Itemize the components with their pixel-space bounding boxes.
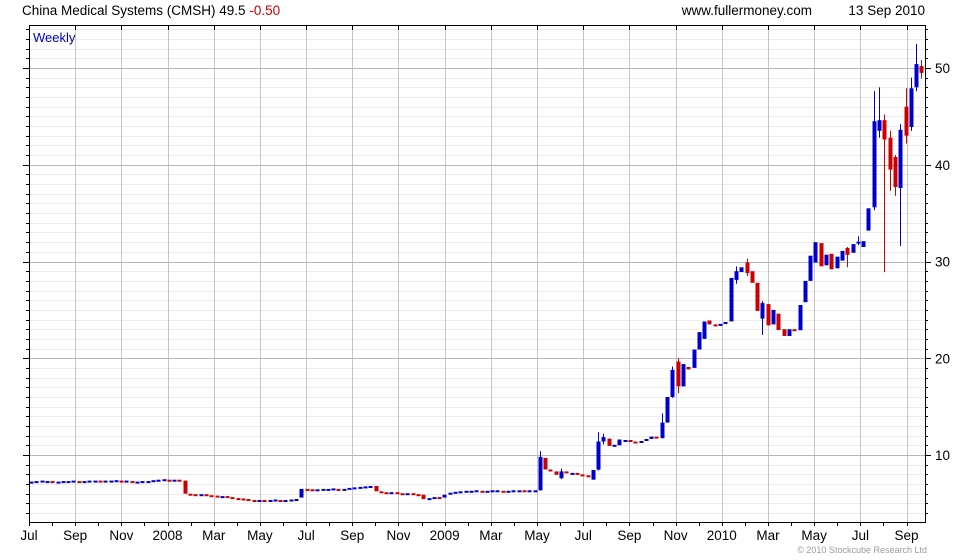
svg-text:Nov: Nov (664, 528, 688, 543)
svg-text:Mar: Mar (202, 528, 226, 543)
svg-text:Mar: Mar (479, 528, 503, 543)
svg-text:Sep: Sep (340, 528, 364, 543)
svg-text:Sep: Sep (895, 528, 919, 543)
svg-text:20: 20 (935, 351, 950, 366)
copyright-notice: © 2010 Stockcube Research Ltd (797, 545, 927, 555)
svg-text:Jul: Jul (297, 528, 314, 543)
svg-text:2009: 2009 (430, 528, 460, 543)
svg-text:Jul: Jul (575, 528, 592, 543)
svg-text:May: May (801, 528, 827, 543)
price-chart: 5040302010Jul Sep Nov 2008 Mar May Jul Sep Nov 20… (20, 25, 950, 543)
svg-text:Jul: Jul (852, 528, 869, 543)
svg-text:30: 30 (935, 255, 950, 270)
svg-text:Mar: Mar (756, 528, 780, 543)
svg-text:May: May (247, 528, 273, 543)
svg-text:Sep: Sep (617, 528, 641, 543)
svg-text:May: May (524, 528, 550, 543)
period-label: Weekly (33, 30, 76, 45)
svg-text:40: 40 (935, 158, 950, 173)
svg-text:50: 50 (935, 61, 950, 76)
svg-text:10: 10 (935, 448, 950, 463)
svg-text:2010: 2010 (707, 528, 737, 543)
svg-text:Sep: Sep (63, 528, 87, 543)
svg-text:2008: 2008 (153, 528, 183, 543)
svg-text:Jul: Jul (20, 528, 37, 543)
svg-text:Nov: Nov (109, 528, 133, 543)
svg-text:Nov: Nov (386, 528, 410, 543)
